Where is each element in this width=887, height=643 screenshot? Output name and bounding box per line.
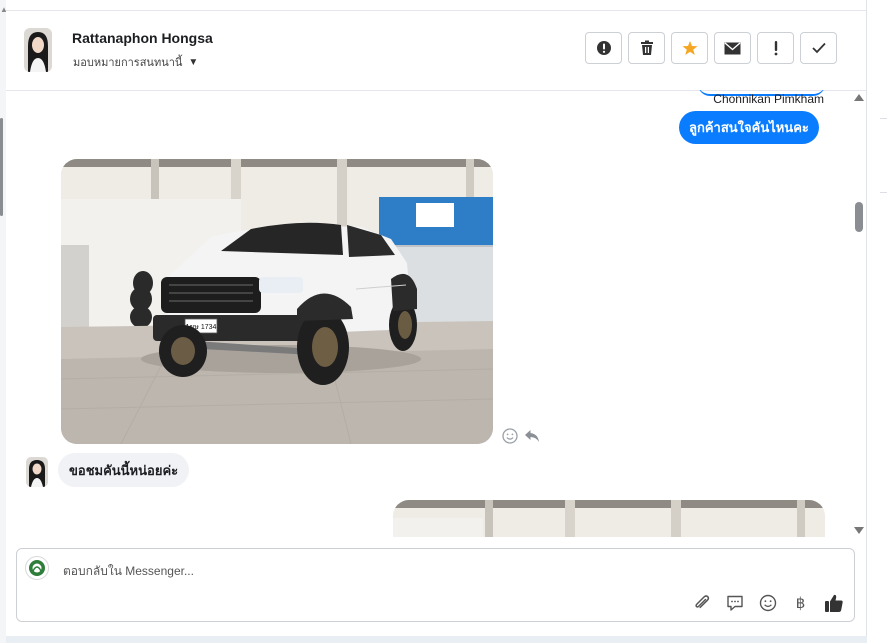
scroll-down-icon[interactable] (854, 527, 864, 534)
assign-label: มอบหมายการสนทนานี้ (73, 57, 183, 69)
header-actions (585, 32, 837, 64)
delete-button[interactable] (628, 32, 665, 64)
conversation-panel: Rattanaphon Hongsa มอบหมายการสนทนานี้ ▼ (6, 0, 867, 636)
emoji-reaction-icon[interactable] (502, 428, 518, 444)
trash-icon (640, 40, 653, 55)
follow-up-button[interactable] (757, 32, 794, 64)
scroll-thumb[interactable] (855, 202, 863, 232)
star-button[interactable] (671, 32, 708, 64)
message-scrollbar[interactable] (852, 92, 866, 537)
reply-composer: ฿ (16, 548, 855, 622)
like-button[interactable] (823, 592, 844, 613)
divider (880, 118, 887, 119)
reply-input[interactable] (61, 559, 665, 583)
divider (880, 192, 887, 193)
sender-label: Chonnikan Pimkham (713, 92, 824, 106)
contact-name: Rattanaphon Hongsa (72, 30, 213, 46)
mark-spam-button[interactable] (585, 32, 622, 64)
payment-button[interactable]: ฿ (790, 592, 811, 613)
right-edge (867, 0, 887, 643)
alert-circle-icon (596, 41, 611, 55)
incoming-message[interactable]: ขอชมคันนี้หน่อยค่ะ (58, 453, 190, 487)
photo-actions (502, 428, 540, 444)
composer-toolbar: ฿ (691, 592, 844, 613)
saved-reply-icon (726, 595, 743, 611)
message-list: Chonnikan Pimkham ลูกค้าสนใจคันไหนคะ 1ขษ… (6, 90, 866, 537)
reply-icon[interactable] (524, 429, 540, 443)
mark-unread-button[interactable] (714, 32, 751, 64)
emoji-icon (759, 594, 776, 611)
emoji-button[interactable] (757, 592, 778, 613)
caret-down-icon: ▼ (188, 56, 199, 68)
thumbs-up-icon (824, 594, 843, 612)
check-icon (811, 42, 826, 54)
truck-photo[interactable]: 1ขษ 1734 (61, 159, 493, 444)
paperclip-icon (694, 594, 709, 608)
scroll-up-icon[interactable] (854, 94, 864, 101)
contact-avatar-small[interactable] (26, 457, 48, 487)
contact-avatar[interactable] (24, 28, 52, 72)
conversation-header: Rattanaphon Hongsa มอบหมายการสนทนานี้ ▼ (6, 10, 866, 91)
assign-conversation-dropdown[interactable]: มอบหมายการสนทนานี้ ▼ (73, 53, 198, 71)
left-scroll-thumb[interactable] (0, 118, 3, 216)
outgoing-photo[interactable] (393, 500, 825, 537)
star-icon (682, 41, 697, 55)
outgoing-message[interactable]: ลูกค้าสนใจคันไหนคะ (679, 111, 819, 144)
exclamation-icon (774, 41, 777, 56)
mark-done-button[interactable] (800, 32, 837, 64)
baht-icon: ฿ (795, 594, 806, 612)
attach-button[interactable] (691, 592, 712, 613)
saved-replies-button[interactable] (724, 592, 745, 613)
page-avatar (25, 556, 49, 580)
envelope-icon (724, 41, 741, 54)
